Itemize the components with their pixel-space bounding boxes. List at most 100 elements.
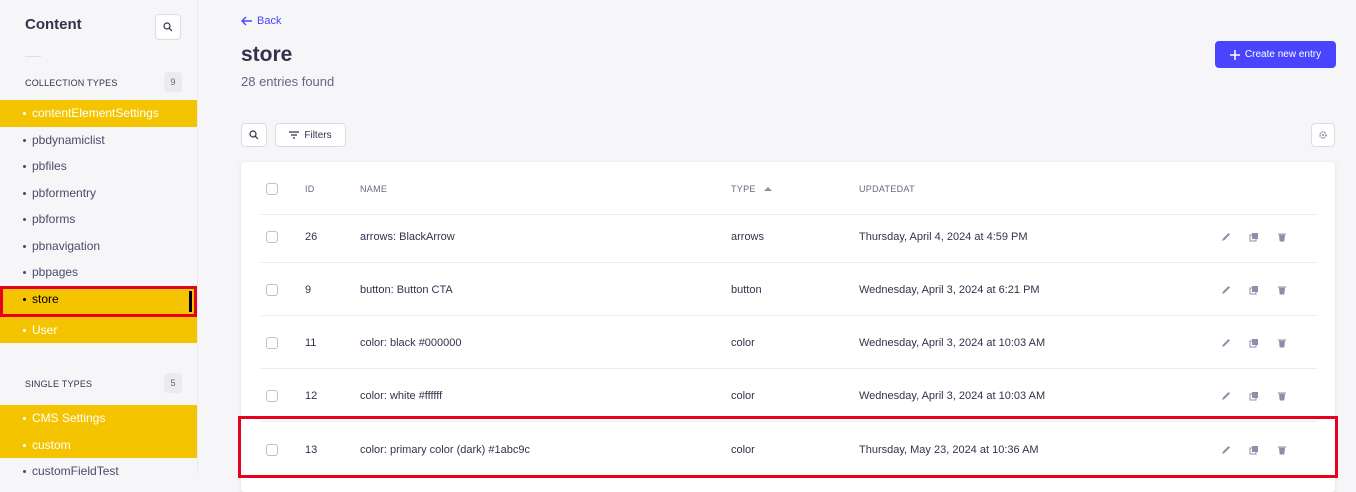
bullet-icon xyxy=(23,218,26,222)
edit-icon[interactable] xyxy=(1221,338,1231,348)
row-checkbox[interactable] xyxy=(266,336,278,349)
single-types-header[interactable]: SINGLE TYPES 5 xyxy=(0,373,197,397)
sidebar-item-label: CMS Settings xyxy=(32,411,106,425)
bullet-icon xyxy=(23,165,26,169)
row-updatedat: Wednesday, April 3, 2024 at 10:03 AM xyxy=(859,336,1046,349)
row-checkbox[interactable] xyxy=(266,230,278,243)
sidebar-item-label: pbpages xyxy=(32,265,79,279)
sidebar-item-user[interactable]: User xyxy=(0,316,197,343)
row-name: color: black #000000 xyxy=(360,336,462,349)
bullet-icon xyxy=(23,112,26,116)
row-checkbox-cell xyxy=(266,369,278,422)
row-type: color xyxy=(731,336,755,349)
bullet-icon xyxy=(23,244,26,248)
edit-icon[interactable] xyxy=(1221,445,1231,455)
sidebar-item-store[interactable]: store xyxy=(0,285,197,317)
arrow-left-icon xyxy=(241,16,252,26)
sidebar-item-label: User xyxy=(32,322,58,337)
entries-count: 28 entries found xyxy=(241,74,335,89)
edit-icon[interactable] xyxy=(1221,391,1231,401)
duplicate-icon[interactable] xyxy=(1249,445,1259,455)
trash-icon[interactable] xyxy=(1277,338,1287,348)
gear-icon xyxy=(1319,131,1327,139)
table-search-button[interactable] xyxy=(241,123,267,147)
trash-icon[interactable] xyxy=(1277,445,1287,455)
trash-icon[interactable] xyxy=(1277,232,1287,242)
sidebar: Content COLLECTION TYPES 9 contentElemen… xyxy=(0,0,198,478)
sort-asc-icon xyxy=(763,186,772,191)
row-checkbox[interactable] xyxy=(266,443,278,456)
header-id[interactable]: ID xyxy=(305,162,315,215)
sidebar-item-label: pbdynamiclist xyxy=(32,132,105,147)
table-row[interactable]: 13 color: primary color (dark) #1abc9c c… xyxy=(241,423,1335,476)
row-type: color xyxy=(731,443,755,456)
create-new-entry-button[interactable]: Create new entry xyxy=(1215,41,1336,68)
table-row[interactable]: 12 color: white #ffffff color Wednesday,… xyxy=(241,369,1335,422)
row-checkbox[interactable] xyxy=(266,389,278,402)
row-updatedat: Wednesday, April 3, 2024 at 6:21 PM xyxy=(859,283,1040,296)
trash-icon[interactable] xyxy=(1277,285,1287,295)
table-settings-button[interactable] xyxy=(1311,123,1335,147)
bullet-icon xyxy=(23,470,26,474)
row-updatedat: Wednesday, April 3, 2024 at 10:03 AM xyxy=(859,389,1046,402)
filter-icon xyxy=(289,131,300,139)
duplicate-icon[interactable] xyxy=(1249,338,1259,348)
header-type[interactable]: TYPE xyxy=(731,162,772,215)
bullet-icon xyxy=(23,297,26,301)
duplicate-icon[interactable] xyxy=(1249,285,1259,295)
row-actions xyxy=(1221,369,1287,422)
filters-button[interactable]: Filters xyxy=(275,123,346,147)
collection-types-header[interactable]: COLLECTION TYPES 9 xyxy=(0,72,197,96)
table-row[interactable]: 11 color: black #000000 color Wednesday,… xyxy=(241,316,1335,369)
collection-types-list: contentElementSettings pbdynamiclist pbf… xyxy=(0,100,197,343)
sidebar-item-customfieldtest[interactable]: customFieldTest xyxy=(0,458,197,485)
row-name: arrows: BlackArrow xyxy=(360,230,455,243)
sidebar-item-pbnavigation[interactable]: pbnavigation xyxy=(0,233,197,260)
sidebar-item-cms-settings[interactable]: CMS Settings xyxy=(0,405,197,432)
duplicate-icon[interactable] xyxy=(1249,232,1259,242)
create-button-label: Create new entry xyxy=(1244,49,1322,60)
row-checkbox-cell xyxy=(266,423,278,476)
table-row[interactable]: 9 button: Button CTA button Wednesday, A… xyxy=(241,263,1335,316)
sidebar-search-button[interactable] xyxy=(155,14,181,40)
row-name: color: white #ffffff xyxy=(360,389,443,402)
select-all-checkbox[interactable] xyxy=(266,182,278,195)
sidebar-item-pbformentry[interactable]: pbformentry xyxy=(0,180,197,207)
sidebar-item-pbpages[interactable]: pbpages xyxy=(0,259,197,286)
row-updatedat: Thursday, April 4, 2024 at 4:59 PM xyxy=(859,230,1028,243)
sidebar-title: Content xyxy=(25,16,82,33)
edit-icon[interactable] xyxy=(1221,232,1231,242)
sidebar-item-custom[interactable]: custom xyxy=(0,431,197,458)
header-updatedat[interactable]: UPDATEDAT xyxy=(859,162,915,215)
sidebar-item-pbdynamiclist[interactable]: pbdynamiclist xyxy=(0,127,197,154)
sidebar-item-contentelementsettings[interactable]: contentElementSettings xyxy=(0,100,197,127)
header-name[interactable]: NAME xyxy=(360,162,387,215)
row-checkbox[interactable] xyxy=(266,283,278,296)
bullet-icon xyxy=(23,443,26,447)
bullet-icon xyxy=(23,138,26,142)
filters-label: Filters xyxy=(304,129,332,141)
back-link[interactable]: Back xyxy=(241,15,281,27)
sidebar-item-pbfiles[interactable]: pbfiles xyxy=(0,153,197,180)
row-divider xyxy=(261,421,1317,422)
row-id: 12 xyxy=(305,389,318,402)
edit-icon[interactable] xyxy=(1221,285,1231,295)
row-type: button xyxy=(731,283,762,296)
bullet-icon xyxy=(23,191,26,195)
sidebar-item-label: contentElementSettings xyxy=(32,106,159,120)
bullet-icon xyxy=(23,328,26,332)
sidebar-item-label: pbfiles xyxy=(32,159,67,173)
trash-icon[interactable] xyxy=(1277,391,1287,401)
sidebar-item-pbforms[interactable]: pbforms xyxy=(0,206,197,233)
table-row[interactable]: 26 arrows: BlackArrow arrows Thursday, A… xyxy=(241,210,1335,263)
row-checkbox-cell xyxy=(266,263,278,316)
row-checkbox-cell xyxy=(266,210,278,263)
row-checkbox-cell xyxy=(266,316,278,369)
duplicate-icon[interactable] xyxy=(1249,391,1259,401)
row-id: 26 xyxy=(305,230,318,243)
collection-types-count: 9 xyxy=(164,72,182,92)
sidebar-item-label: customFieldTest xyxy=(32,464,119,478)
search-icon xyxy=(249,130,259,140)
row-actions xyxy=(1221,316,1287,369)
page-title: store xyxy=(241,43,293,66)
